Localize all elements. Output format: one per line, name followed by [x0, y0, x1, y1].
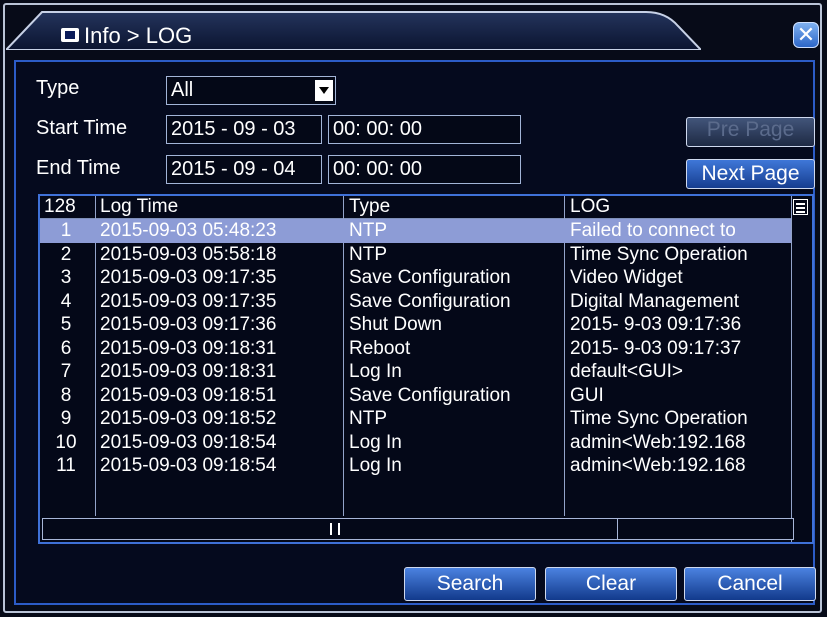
row-log-time: 2015-09-03 05:48:23 — [100, 220, 277, 241]
row-log-time: 2015-09-03 09:18:31 — [100, 337, 277, 359]
row-number: 1 — [60, 220, 72, 241]
row-number: 3 — [60, 267, 72, 288]
close-button[interactable]: ✕ — [793, 22, 819, 48]
table-row[interactable]: 1 2015-09-03 05:48:23 NTP Failed to connect… — [40, 219, 792, 243]
col-header-type[interactable]: Type — [349, 196, 390, 218]
start-time-label: Start Time — [36, 117, 128, 139]
row-log: admin<Web:192.168 — [570, 431, 746, 453]
row-log-time: 2015-09-03 09:18:52 — [100, 408, 277, 429]
row-number: 4 — [60, 290, 72, 312]
grip-icon — [330, 523, 340, 535]
next-page-button[interactable]: Next Page — [686, 159, 815, 189]
row-number: 9 — [60, 408, 72, 429]
table-row[interactable]: 7 2015-09-03 09:18:31 Log In default<GUI> — [40, 360, 792, 384]
start-time-field[interactable]: 00: 00: 00 — [328, 115, 521, 144]
info-icon — [61, 28, 79, 42]
row-log: 2015- 9-03 09:17:37 — [570, 337, 742, 359]
type-select[interactable]: All — [166, 76, 336, 105]
log-dialog: Info > LOG ✕ Type All Start Time 2015 - … — [0, 0, 827, 617]
row-number: 8 — [60, 384, 72, 406]
row-log: Time Sync Operation — [570, 243, 748, 265]
row-type: Save Configuration — [349, 267, 511, 288]
row-type: NTP — [349, 220, 387, 241]
table-row[interactable]: 10 2015-09-03 09:18:54 Log In admin<Web:192… — [40, 431, 792, 455]
end-date-field[interactable]: 2015 - 09 - 04 — [166, 155, 322, 184]
row-log-time: 2015-09-03 09:17:36 — [100, 314, 277, 335]
row-log: Failed to connect to — [570, 220, 736, 241]
chevron-down-icon[interactable] — [315, 80, 333, 101]
row-log: Digital Management — [570, 290, 739, 312]
dialog-content: Type All Start Time 2015 - 09 - 03 00: 0… — [14, 60, 816, 605]
row-type: Log In — [349, 455, 402, 476]
table-row[interactable]: 2 2015-09-03 05:58:18 NTP Time Sync Operati… — [40, 243, 792, 267]
row-type: Save Configuration — [349, 290, 511, 312]
cancel-button[interactable]: Cancel — [684, 567, 816, 601]
row-type: Log In — [349, 431, 402, 453]
row-type: Reboot — [349, 337, 411, 359]
row-log-time: 2015-09-03 09:18:31 — [100, 361, 277, 382]
row-number: 2 — [60, 243, 72, 265]
row-log: 2015- 9-03 09:17:36 — [570, 314, 742, 335]
col-header-log[interactable]: LOG — [570, 196, 610, 218]
pre-page-button[interactable]: Pre Page — [686, 117, 815, 147]
table-row[interactable]: 11 2015-09-03 09:18:54 Log In admin<Web:192… — [40, 454, 792, 478]
search-button[interactable]: Search — [404, 567, 536, 601]
row-log-time: 2015-09-03 09:18:54 — [100, 431, 277, 453]
type-label: Type — [36, 77, 80, 99]
row-log-time: 2015-09-03 09:18:51 — [100, 384, 277, 406]
row-log-time: 2015-09-03 09:18:54 — [100, 455, 277, 476]
table-header: 128 Log Time Type LOG — [40, 196, 792, 219]
table-row[interactable]: 9 2015-09-03 09:18:52 NTP Time Sync Operati… — [40, 407, 792, 431]
title-bar: Info > LOG ✕ — [6, 8, 821, 50]
row-type: NTP — [349, 408, 387, 429]
window-title: Info > LOG — [84, 23, 193, 48]
row-log: Video Widget — [570, 267, 683, 288]
horizontal-scrollbar[interactable] — [42, 518, 794, 540]
row-log: GUI — [570, 384, 604, 406]
row-log-time: 2015-09-03 09:17:35 — [100, 267, 277, 288]
row-log-time: 2015-09-03 05:58:18 — [100, 243, 277, 265]
row-type: Save Configuration — [349, 384, 511, 406]
clear-button[interactable]: Clear — [545, 567, 677, 601]
log-table: 128 Log Time Type LOG 1 2015-09-03 05:48:… — [38, 194, 814, 544]
type-select-value: All — [171, 79, 194, 101]
row-log: default<GUI> — [570, 361, 684, 382]
table-row[interactable]: 3 2015-09-03 09:17:35 Save Configuration Vi… — [40, 266, 792, 290]
table-row[interactable]: 6 2015-09-03 09:18:31 Reboot 2015- 9-03 09:… — [40, 337, 792, 361]
row-type: NTP — [349, 243, 387, 265]
start-date-field[interactable]: 2015 - 09 - 03 — [166, 115, 322, 144]
row-type: Shut Down — [349, 314, 442, 335]
row-log-time: 2015-09-03 09:17:35 — [100, 290, 277, 312]
row-number: 7 — [60, 361, 72, 382]
scroll-thumb[interactable] — [43, 519, 618, 539]
table-row[interactable]: 4 2015-09-03 09:17:35 Save Configuration Di… — [40, 290, 792, 314]
vertical-scrollbar[interactable] — [791, 196, 812, 542]
table-rows: 1 2015-09-03 05:48:23 NTP Failed to connect… — [40, 219, 792, 478]
end-time-field[interactable]: 00: 00: 00 — [328, 155, 521, 184]
row-log: admin<Web:192.168 — [570, 455, 746, 476]
row-number: 6 — [60, 337, 72, 359]
end-time-label: End Time — [36, 157, 121, 179]
col-header-log-time[interactable]: Log Time — [100, 196, 178, 218]
row-type: Log In — [349, 361, 402, 382]
table-row[interactable]: 5 2015-09-03 09:17:36 Shut Down 2015- 9-03 … — [40, 313, 792, 337]
row-number: 5 — [60, 314, 72, 335]
column-menu-icon[interactable] — [793, 199, 808, 215]
row-log: Time Sync Operation — [570, 408, 748, 429]
row-number: 11 — [56, 455, 76, 476]
row-number: 10 — [55, 431, 77, 453]
table-row[interactable]: 8 2015-09-03 09:18:51 Save Configuration GU… — [40, 384, 792, 408]
record-count: 128 — [44, 196, 76, 217]
